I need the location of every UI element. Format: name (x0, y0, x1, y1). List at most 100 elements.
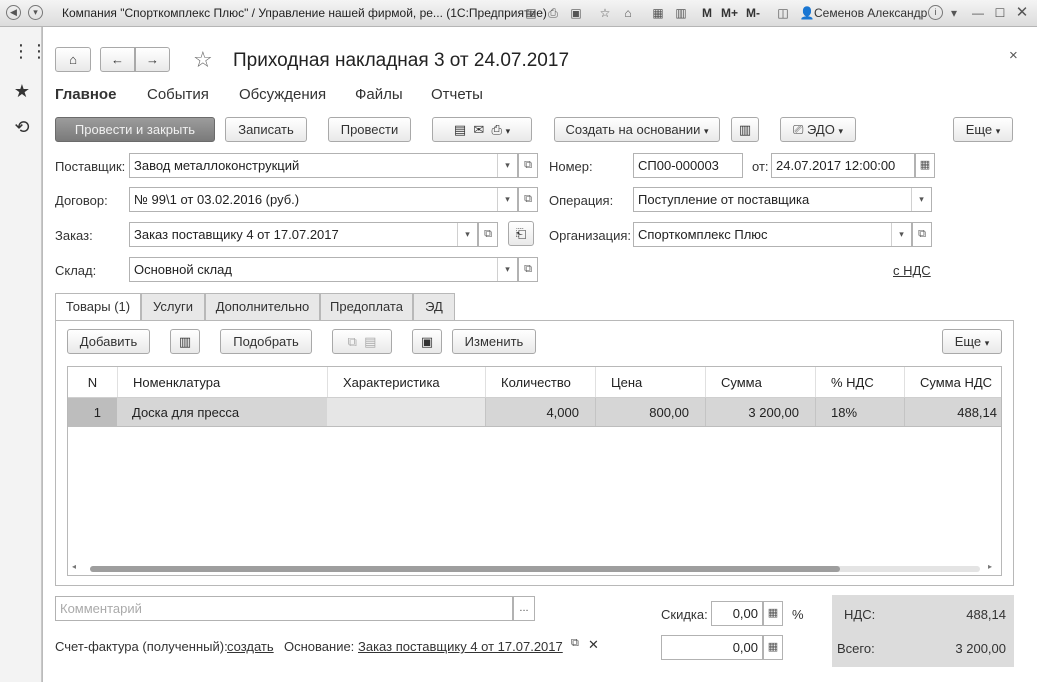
info-icon[interactable]: i (928, 5, 943, 20)
warehouse-open-icon[interactable]: ⧉ (518, 257, 538, 282)
comment-expand-button[interactable]: ... (513, 596, 535, 621)
scroll-right-icon[interactable]: ▸ (988, 562, 996, 571)
col-vat-sum[interactable]: Сумма НДС (904, 367, 1001, 397)
more-button[interactable]: Еще ▾ (953, 117, 1013, 142)
memory-plus-button[interactable]: M+ (721, 6, 738, 20)
back-icon[interactable]: ◀ (6, 5, 21, 20)
user-name[interactable]: Семенов Александр (814, 6, 927, 20)
col-nomenclature[interactable]: Номенклатура (117, 367, 327, 397)
apps-grid-icon[interactable]: ⋮⋮ (12, 41, 48, 61)
clear-basis-icon[interactable]: ✕ (588, 637, 599, 653)
tab-prepayment[interactable]: Предоплата (320, 293, 413, 321)
maximize-icon[interactable]: ☐ (992, 5, 1008, 21)
chevron-down-icon[interactable]: ▾ (891, 223, 911, 246)
chevron-down-icon[interactable]: ▾ (911, 188, 931, 211)
contract-open-icon[interactable]: ⧉ (518, 187, 538, 212)
close-document-icon[interactable]: × (1009, 47, 1018, 64)
scroll-left-icon[interactable]: ◂ (72, 562, 80, 571)
bookmark-icon[interactable]: ⌂ (620, 5, 636, 21)
chevron-down-icon[interactable]: ▾ (497, 154, 517, 177)
back-button[interactable]: ← (100, 47, 135, 72)
discount-sum-field[interactable]: 0,00 (661, 635, 763, 660)
supplier-open-icon[interactable]: ⧉ (518, 153, 538, 178)
copy-paste-group[interactable]: ⧉ ▤ (332, 329, 392, 354)
chevron-down-icon[interactable]: ▾ (457, 223, 477, 246)
post-button[interactable]: Провести (328, 117, 411, 142)
chevron-down-icon[interactable]: ▾ (946, 5, 962, 21)
pick-button[interactable]: Подобрать (220, 329, 312, 354)
barcode-button[interactable]: ▥ (170, 329, 200, 354)
nav-discussions[interactable]: Обсуждения (239, 86, 326, 103)
operation-field[interactable]: Поступление от поставщика ▾ (633, 187, 932, 212)
save-button[interactable]: Записать (225, 117, 307, 142)
calculator-icon[interactable]: ▦ (763, 601, 783, 626)
warehouse-field[interactable]: Основной склад ▾ (129, 257, 518, 282)
col-characteristic[interactable]: Характеристика (327, 367, 485, 397)
create-based-on-button[interactable]: Создать на основании ▾ (554, 117, 720, 142)
date-field[interactable]: 24.07.2017 12:00:00 (771, 153, 915, 178)
contract-field[interactable]: № 99\1 от 03.02.2016 (руб.) ▾ (129, 187, 518, 212)
document-panel: ⌂ ← → ☆ Приходная накладная 3 от 24.07.2… (42, 27, 1037, 682)
menu-icon[interactable]: ▾ (28, 5, 43, 20)
favorites-icon[interactable]: ☆ (597, 5, 613, 21)
order-open-icon[interactable]: ⧉ (478, 222, 498, 247)
window-layout-icon[interactable]: ◫ (775, 5, 791, 21)
home-button[interactable]: ⌂ (55, 47, 91, 72)
favorite-star-icon[interactable]: ☆ (193, 47, 213, 73)
favorites-star-icon[interactable]: ★ (12, 81, 32, 101)
table-more-button[interactable]: Еще ▾ (942, 329, 1002, 354)
fill-by-order-button[interactable]: ⎗ (508, 221, 534, 246)
columns-button[interactable]: ▣ (412, 329, 442, 354)
table-row[interactable]: 1 Доска для пресса 4,000 800,00 3 200,00… (68, 398, 1001, 427)
report-icon-button[interactable]: ▥ (731, 117, 759, 142)
calculator-icon[interactable]: ▦ (763, 635, 783, 660)
user-icon: 👤 (799, 6, 815, 20)
col-n[interactable]: N (68, 367, 117, 397)
tab-ed[interactable]: ЭД (413, 293, 455, 321)
nav-files[interactable]: Файлы (355, 86, 403, 103)
vat-mode-link[interactable]: с НДС (893, 263, 931, 278)
print-group-button[interactable]: ▤ ✉ ⎙ ▾ (432, 117, 532, 142)
col-vat-rate[interactable]: % НДС (815, 367, 904, 397)
create-invoice-link[interactable]: создать (227, 639, 274, 654)
horizontal-scrollbar[interactable] (90, 566, 980, 572)
post-and-close-button[interactable]: Провести и закрыть (55, 117, 215, 142)
close-window-icon[interactable]: ✕ (1014, 5, 1030, 21)
number-field[interactable]: СП00-000003 (633, 153, 743, 178)
open-basis-icon[interactable]: ⧉ (571, 637, 579, 650)
organization-field[interactable]: Спорткомплекс Плюс ▾ (633, 222, 912, 247)
nav-events[interactable]: События (147, 86, 209, 103)
col-quantity[interactable]: Количество (485, 367, 595, 397)
calculator-icon[interactable]: ▦ (650, 5, 666, 21)
organization-open-icon[interactable]: ⧉ (912, 222, 932, 247)
save-icon[interactable]: ▤ (523, 5, 539, 21)
order-field[interactable]: Заказ поставщику 4 от 17.07.2017 ▾ (129, 222, 478, 247)
col-sum[interactable]: Сумма (705, 367, 815, 397)
tab-services[interactable]: Услуги (141, 293, 205, 321)
nav-reports[interactable]: Отчеты (431, 86, 483, 103)
comment-input[interactable]: Комментарий (55, 596, 513, 621)
nav-main[interactable]: Главное (55, 86, 116, 103)
add-button[interactable]: Добавить (67, 329, 150, 354)
chevron-down-icon[interactable]: ▾ (497, 188, 517, 211)
memory-minus-button[interactable]: M- (746, 6, 760, 20)
calendar-icon[interactable]: ▥ (673, 5, 689, 21)
supplier-field[interactable]: Завод металлоконструкций ▾ (129, 153, 518, 178)
col-price[interactable]: Цена (595, 367, 705, 397)
tab-additional[interactable]: Дополнительно (205, 293, 320, 321)
preview-icon[interactable]: ▣ (568, 5, 584, 21)
calendar-icon[interactable]: ▦ (915, 153, 935, 178)
goods-tab-panel: Добавить ▥ Подобрать ⧉ ▤ ▣ Изменить Еще … (55, 320, 1014, 586)
chevron-down-icon[interactable]: ▾ (497, 258, 517, 281)
basis-link[interactable]: Заказ поставщику 4 от 17.07.2017 (358, 639, 563, 654)
scrollbar-thumb[interactable] (90, 566, 840, 572)
discount-field[interactable]: 0,00 (711, 601, 763, 626)
history-icon[interactable]: ⟲ (12, 117, 32, 137)
forward-button[interactable]: → (135, 47, 170, 72)
print-icon[interactable]: ⎙ (545, 5, 561, 21)
minimize-icon[interactable]: — (970, 5, 986, 21)
tab-goods[interactable]: Товары (1) (55, 293, 141, 322)
memory-m-button[interactable]: M (702, 6, 712, 20)
change-button[interactable]: Изменить (452, 329, 536, 354)
edo-button[interactable]: ⎚ ЭДО ▾ (780, 117, 856, 142)
